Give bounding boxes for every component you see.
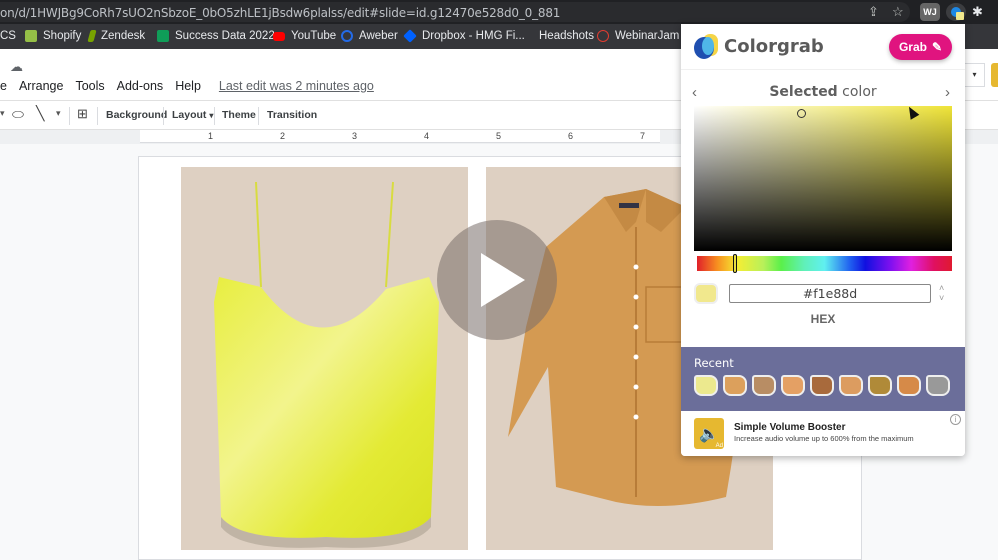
- layout-button[interactable]: Layout ▾: [172, 109, 213, 121]
- ruler-tick-label: 7: [640, 131, 646, 141]
- bookmark-dropbox[interactable]: Dropbox - HMG Fi...: [403, 29, 525, 43]
- play-video-button[interactable]: [437, 220, 557, 340]
- shopify-icon: [25, 30, 37, 42]
- ad-title[interactable]: Simple Volume Booster: [734, 422, 846, 433]
- menu-arrange[interactable]: Arrange: [19, 79, 63, 93]
- ruler-tick-label: 3: [352, 131, 358, 141]
- ruler-tick-label: 1: [208, 131, 214, 141]
- ad-tag: Ad: [715, 443, 723, 449]
- ad-banner[interactable]: 🔈 Ad Simple Volume Booster Increase audio…: [681, 411, 965, 456]
- url-text[interactable]: on/d/1HWJBg9CoRh7sUO2nSbzoE_0bO5zhLE1jBs…: [0, 6, 560, 20]
- bookmark-headshots[interactable]: Headshots: [539, 30, 594, 42]
- dropbox-icon: [403, 29, 417, 43]
- format-down-icon[interactable]: ˅: [939, 293, 944, 303]
- menu-tools[interactable]: Tools: [75, 79, 104, 93]
- toolbar-divider: [69, 107, 70, 125]
- ruler-tick-label: 5: [496, 131, 502, 141]
- share-icon[interactable]: ⇪: [868, 4, 879, 20]
- bookmark-zendesk[interactable]: Zendesk: [87, 30, 145, 42]
- youtube-icon: [273, 31, 285, 41]
- theme-button[interactable]: Theme: [222, 109, 256, 121]
- selected-color-heading: Selected color: [769, 84, 877, 100]
- recent-color-swatch[interactable]: [810, 375, 834, 396]
- bookmark-youtube[interactable]: YouTube: [273, 30, 336, 42]
- colorgrab-title: Colorgrab: [724, 36, 824, 57]
- play-icon: [481, 253, 525, 307]
- last-edit-link[interactable]: Last edit was 2 minutes ago: [219, 79, 374, 93]
- recent-color-swatch[interactable]: [926, 375, 950, 396]
- share-button[interactable]: [991, 63, 998, 87]
- hue-slider-handle[interactable]: [733, 254, 738, 273]
- hue-slider[interactable]: [697, 254, 952, 273]
- recent-color-swatch[interactable]: [752, 375, 776, 396]
- saturation-value-picker[interactable]: [694, 106, 952, 251]
- hex-value-input[interactable]: [729, 284, 931, 303]
- colorgrab-logo-icon: [694, 34, 718, 59]
- recent-color-swatch[interactable]: [723, 375, 747, 396]
- color-picker-handle[interactable]: [797, 109, 806, 118]
- recent-color-swatch[interactable]: [868, 375, 892, 396]
- ruler-tick-label: 6: [568, 131, 574, 141]
- line-icon[interactable]: ╲: [36, 105, 44, 122]
- menu-edit[interactable]: e: [0, 79, 7, 93]
- toolbar-divider: [214, 107, 215, 125]
- dropdown-arrow-icon[interactable]: ▾: [0, 108, 5, 119]
- bookmark-success-data[interactable]: Success Data 2022: [157, 30, 275, 42]
- recent-color-swatch[interactable]: [781, 375, 805, 396]
- transition-button[interactable]: Transition: [267, 109, 317, 121]
- menu-bar: e Arrange Tools Add-ons Help Last edit w…: [0, 79, 374, 93]
- webinarjam-icon: [597, 30, 609, 42]
- speaker-icon: 🔈 Ad: [694, 418, 724, 449]
- layout-dropdown-icon: ▾: [209, 111, 214, 120]
- ruler-tick-label: 2: [280, 131, 286, 141]
- toolbar-divider: [258, 107, 259, 125]
- colorgrab-popup: Colorgrab Grab ✎ ‹ Selected color › ˄ ˅ …: [681, 24, 965, 456]
- selected-color-swatch: [694, 283, 718, 304]
- slideshow-dropdown[interactable]: ▾: [965, 63, 985, 87]
- wj-extension-icon[interactable]: WJ: [920, 3, 940, 21]
- bookmark-shopify[interactable]: Shopify: [25, 30, 81, 42]
- colorgrab-header: Colorgrab Grab ✎: [681, 24, 965, 70]
- recent-color-swatch[interactable]: [897, 375, 921, 396]
- grab-button[interactable]: Grab ✎: [889, 34, 952, 60]
- next-color-arrow[interactable]: ›: [945, 84, 950, 101]
- bookmark-webinarjam[interactable]: WebinarJam: [597, 30, 679, 42]
- recent-swatches: [694, 375, 950, 396]
- menu-addons[interactable]: Add-ons: [117, 79, 164, 93]
- camisole-illustration: [214, 181, 439, 548]
- zendesk-icon: [87, 30, 97, 42]
- bookmark-aweber[interactable]: Aweber: [341, 30, 398, 42]
- color-format-label: HEX: [810, 312, 836, 326]
- sheets-icon: [157, 30, 169, 42]
- toolbar-divider: [97, 107, 98, 125]
- star-icon[interactable]: ☆: [892, 4, 904, 20]
- add-comment-icon[interactable]: ⊞: [77, 106, 88, 122]
- recent-label: Recent: [694, 356, 734, 370]
- eyedropper-icon: ✎: [931, 40, 943, 54]
- format-stepper[interactable]: ˄ ˅: [939, 283, 944, 303]
- colorgrab-extension-icon[interactable]: [946, 3, 966, 21]
- recent-color-swatch[interactable]: [839, 375, 863, 396]
- cloud-saved-icon[interactable]: ☁: [10, 59, 23, 75]
- background-button[interactable]: Background: [106, 109, 167, 121]
- aweber-icon: [341, 30, 353, 42]
- recent-color-swatch[interactable]: [694, 375, 718, 396]
- recent-colors-panel: Recent: [681, 347, 965, 411]
- puzzle-extensions-icon[interactable]: ✱: [972, 4, 983, 20]
- toolbar-divider: [163, 107, 164, 125]
- bookmark-cs[interactable]: CS: [0, 30, 16, 42]
- ruler-slide-area: 1 2 3 4 5 6 7: [140, 130, 660, 143]
- ad-description: Increase audio volume up to 600% from th…: [734, 434, 914, 443]
- format-up-icon[interactable]: ˄: [939, 283, 944, 293]
- browser-toolbar: on/d/1HWJBg9CoRh7sUO2nSbzoE_0bO5zhLE1jBs…: [0, 0, 998, 24]
- camisole-image[interactable]: [181, 167, 468, 550]
- ruler-tick-label: 4: [424, 131, 430, 141]
- line-dropdown-icon[interactable]: ▾: [56, 108, 61, 119]
- menu-help[interactable]: Help: [175, 79, 201, 93]
- address-bar[interactable]: on/d/1HWJBg9CoRh7sUO2nSbzoE_0bO5zhLE1jBs…: [0, 2, 910, 22]
- info-icon[interactable]: i: [950, 414, 961, 425]
- shape-icon[interactable]: ⬭: [12, 106, 24, 123]
